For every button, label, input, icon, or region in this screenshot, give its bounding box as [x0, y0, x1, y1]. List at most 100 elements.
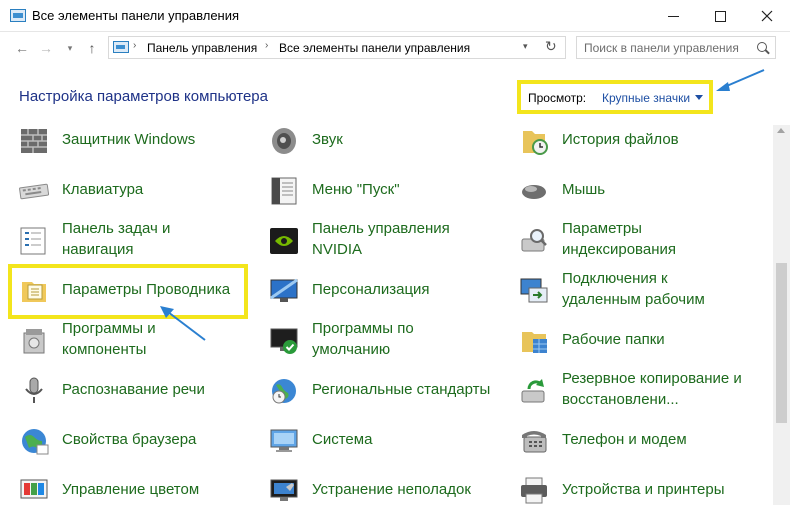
control-panel-item-label[interactable]: Параметры индексирования — [562, 218, 676, 260]
defender-wall-icon — [21, 129, 47, 153]
address-dropdown-button[interactable]: ▾ — [523, 41, 528, 52]
globe-clock-icon — [272, 379, 296, 404]
scroll-up-icon[interactable] — [777, 128, 785, 133]
control-panel-item[interactable]: Управление цветом — [18, 475, 258, 505]
up-button[interactable]: ↑ — [82, 38, 102, 58]
backup-icon — [521, 379, 545, 403]
control-panel-item-label[interactable]: Управление цветом — [62, 479, 199, 500]
breadcrumb-separator[interactable]: › — [133, 40, 136, 51]
breadcrumb-all-items[interactable]: Все элементы панели управления — [279, 41, 470, 55]
title-bar: Все элементы панели управления — [0, 0, 790, 32]
start-menu-icon — [271, 177, 297, 205]
control-panel-item[interactable]: Звук — [268, 125, 508, 173]
search-input[interactable]: Поиск в панели управления — [576, 36, 776, 59]
control-panel-item[interactable]: Персонализация — [268, 275, 508, 323]
control-panel-item[interactable]: Мышь — [518, 175, 758, 223]
control-panel-item-label[interactable]: Устранение неполадок — [312, 479, 471, 500]
maximize-button[interactable] — [697, 0, 743, 32]
navigation-bar: ← → ▾ ↑ › Панель управления › Все элемен… — [0, 32, 790, 64]
control-panel-item-label[interactable]: Система — [312, 429, 372, 450]
minimize-button[interactable] — [650, 0, 696, 32]
breadcrumb-control-panel[interactable]: Панель управления — [147, 41, 257, 55]
breadcrumb-separator[interactable]: › — [265, 40, 268, 51]
control-panel-item-label[interactable]: Персонализация — [312, 279, 430, 300]
remote-desktop-icon — [520, 278, 548, 303]
close-icon — [761, 10, 773, 22]
control-panel-item[interactable]: История файлов — [518, 125, 758, 173]
control-panel-item-label[interactable]: Панель задач и навигация — [62, 218, 170, 260]
control-panel-item[interactable]: Телефон и модем — [518, 425, 758, 473]
printer-icon — [521, 477, 547, 504]
system-monitor-icon — [270, 429, 298, 452]
scroll-thumb[interactable] — [776, 263, 787, 423]
control-panel-item[interactable]: Программы по умолчанию — [268, 320, 508, 373]
control-panel-item-label[interactable]: Меню "Пуск" — [312, 179, 400, 200]
address-bar[interactable]: › Панель управления › Все элементы панел… — [108, 36, 566, 59]
minimize-icon — [667, 15, 679, 17]
control-panel-item[interactable]: Подключения к удаленным рабочим — [518, 270, 758, 323]
control-panel-item[interactable]: Система — [268, 425, 508, 473]
window-title: Все элементы панели управления — [32, 8, 240, 23]
refresh-button[interactable]: ↻ — [545, 38, 557, 55]
control-panel-item[interactable]: Панель управления NVIDIA — [268, 220, 508, 273]
control-panel-item-label[interactable]: Подключения к удаленным рабочим — [562, 268, 705, 310]
control-panel-item[interactable]: Клавиатура — [18, 175, 258, 223]
vertical-scrollbar[interactable] — [773, 125, 790, 505]
close-button[interactable] — [744, 0, 790, 32]
color-management-icon — [20, 479, 48, 499]
control-panel-item-label[interactable]: Клавиатура — [62, 179, 143, 200]
control-panel-item-label[interactable]: Рабочие папки — [562, 329, 665, 350]
recent-locations-button[interactable]: ▾ — [60, 38, 80, 58]
nvidia-icon — [270, 228, 298, 254]
control-panel-item-label[interactable]: Программы по умолчанию — [312, 318, 414, 360]
control-panel-item-label[interactable]: Региональные стандарты — [312, 379, 490, 400]
control-panel-item[interactable]: Программы и компоненты — [18, 320, 258, 373]
control-panel-item-label[interactable]: Панель управления NVIDIA — [312, 218, 450, 260]
control-panel-item[interactable]: Региональные стандарты — [268, 375, 508, 423]
work-folders-icon — [522, 332, 547, 353]
control-panel-item[interactable]: Параметры индексирования — [518, 220, 758, 273]
troubleshooting-icon — [270, 479, 298, 501]
page-title: Настройка параметров компьютера — [19, 88, 268, 105]
personalization-icon — [270, 278, 298, 302]
search-placeholder: Поиск в панели управления — [584, 41, 739, 55]
programs-icon — [23, 329, 45, 354]
mouse-icon — [522, 185, 546, 199]
default-programs-icon — [270, 328, 298, 354]
control-panel-icon — [113, 41, 129, 53]
view-label: Просмотр: — [528, 91, 587, 105]
control-panel-item-label[interactable]: Телефон и модем — [562, 429, 687, 450]
back-button[interactable]: ← — [12, 38, 32, 58]
keyboard-icon — [19, 183, 50, 200]
control-panel-icon — [10, 9, 26, 22]
speaker-icon — [272, 128, 296, 154]
indexing-icon — [521, 229, 547, 252]
control-panel-item-label[interactable]: Защитник Windows — [62, 129, 195, 150]
browser-globe-icon — [22, 429, 49, 455]
control-panel-item-label[interactable]: Мышь — [562, 179, 605, 200]
control-panel-item-label[interactable]: Свойства браузера — [62, 429, 196, 450]
control-panel-item-label[interactable]: Устройства и принтеры — [562, 479, 724, 500]
control-panel-item-label[interactable]: История файлов — [562, 129, 679, 150]
control-panel-item[interactable]: Распознавание речи — [18, 375, 258, 423]
search-icon[interactable] — [757, 42, 767, 52]
forward-button[interactable]: → — [36, 38, 56, 58]
view-mode-dropdown[interactable]: Крупные значки — [590, 87, 710, 107]
explorer-options-highlight-box — [8, 264, 248, 319]
control-panel-item[interactable]: Устройства и принтеры — [518, 475, 758, 505]
control-panel-item[interactable]: Свойства браузера — [18, 425, 258, 473]
control-panel-item-label[interactable]: Резервное копирование и восстановлени... — [562, 368, 742, 410]
view-mode-value: Крупные значки — [602, 91, 691, 105]
file-history-icon — [523, 131, 548, 155]
control-panel-item-label[interactable]: Звук — [312, 129, 343, 150]
control-panel-item-label[interactable]: Программы и компоненты — [62, 318, 156, 360]
control-panel-item-label[interactable]: Распознавание речи — [62, 379, 205, 400]
annotation-arrow-icon — [160, 306, 206, 341]
control-panel-item[interactable]: Меню "Пуск" — [268, 175, 508, 223]
chevron-down-icon — [695, 95, 703, 100]
control-panel-item[interactable]: Рабочие папки — [518, 325, 758, 373]
control-panel-item[interactable]: Защитник Windows — [18, 125, 258, 173]
control-panel-item[interactable]: Устранение неполадок — [268, 475, 508, 505]
taskbar-icon — [20, 227, 46, 255]
control-panel-item[interactable]: Резервное копирование и восстановлени... — [518, 370, 758, 423]
